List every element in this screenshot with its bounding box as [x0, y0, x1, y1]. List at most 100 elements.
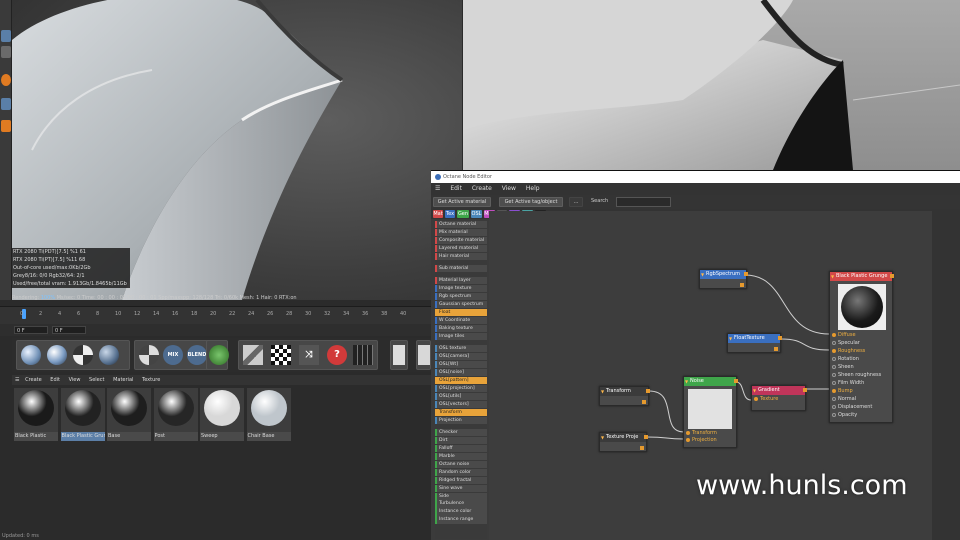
help-node-icon[interactable]: ?	[327, 345, 347, 365]
node-list-item[interactable]: Marble	[435, 452, 487, 460]
node-list-item[interactable]: Transform	[435, 408, 487, 417]
get-active-tag-button[interactable]: Get Active tag/object	[499, 197, 563, 207]
node-editor-titlebar[interactable]: Octane Node Editor	[431, 171, 960, 183]
node-list-item[interactable]: Instance range	[435, 516, 487, 524]
shuffle-icon[interactable]: ⤨	[299, 345, 319, 365]
node-list-item[interactable]: OSL[projection]	[435, 384, 487, 393]
noise-output-pin[interactable]	[734, 379, 738, 383]
node-list-item[interactable]: Dirt	[435, 436, 487, 444]
material-port[interactable]: Diffuse	[830, 331, 894, 339]
menu-texture[interactable]: Texture	[142, 377, 160, 383]
menu-edit[interactable]: Edit	[50, 377, 60, 383]
menu-view[interactable]: View	[69, 377, 81, 383]
menu-select[interactable]: Select	[89, 377, 104, 383]
blend-material-icon[interactable]: BLEND	[187, 345, 207, 365]
glossy-material-icon[interactable]	[47, 345, 67, 365]
ne-menu-create[interactable]: Create	[472, 185, 492, 192]
node-list-item[interactable]: Checker	[435, 428, 487, 437]
universal-material-icon[interactable]	[99, 345, 119, 365]
material-node[interactable]: Black Plastic Grunge Diffuse Specular Roug…	[829, 271, 894, 423]
node-list-item[interactable]: W Coordinate	[435, 316, 487, 325]
gradient-output-pin[interactable]	[803, 388, 807, 392]
current-frame-field[interactable]: 0 F	[52, 326, 86, 334]
node-list-item[interactable]: Octane material	[435, 221, 487, 229]
gradient-node[interactable]: Gradient Texture	[751, 385, 807, 411]
material-port[interactable]: Specular	[830, 339, 894, 347]
material-port[interactable]: Film Width	[830, 379, 894, 387]
category-tab[interactable]: Mat	[433, 210, 443, 218]
node-list-item[interactable]: Rgb spectrum	[435, 292, 487, 301]
node-list-item[interactable]: Material layer	[435, 276, 487, 285]
bracket-tool-icon[interactable]	[1, 120, 11, 132]
noise-node[interactable]: Noise Transform Projection	[683, 376, 738, 448]
ne-menu-view[interactable]: View	[502, 185, 516, 192]
node-list-item[interactable]: Hair material	[435, 252, 487, 261]
node-list-item[interactable]: OSL[noise]	[435, 368, 487, 377]
node-list-item[interactable]: Gaussian spectrum	[435, 300, 487, 309]
node-list-item[interactable]: Layered material	[435, 244, 487, 253]
node-list-item[interactable]: OSL[camera]	[435, 352, 487, 361]
start-frame-field[interactable]: 0 F	[14, 326, 48, 334]
move-tool-icon[interactable]	[1, 30, 11, 42]
node-list-item[interactable]: Projection	[435, 416, 487, 425]
transform-output-pin[interactable]	[646, 389, 650, 393]
node-list-item[interactable]: Float	[435, 308, 487, 317]
refresh-icon[interactable]	[209, 345, 229, 365]
category-tab[interactable]: Tex	[445, 210, 455, 218]
node-list-item[interactable]: Composite material	[435, 236, 487, 245]
material-port[interactable]: Sheen roughness	[830, 371, 894, 379]
node-list-item[interactable]: Baking texture	[435, 324, 487, 333]
noise-port-projection[interactable]: Projection	[684, 436, 738, 444]
floattexture-output-pin[interactable]	[778, 336, 782, 340]
search-input[interactable]	[616, 197, 671, 207]
node-list-item[interactable]: Side	[435, 492, 487, 500]
menu-create[interactable]: Create	[25, 377, 42, 383]
get-active-material-button[interactable]: Get Active material	[433, 197, 491, 207]
mix-material-icon[interactable]: MIX	[163, 345, 183, 365]
node-list-item[interactable]: Random color	[435, 468, 487, 476]
texture-projection-node[interactable]: Texture Proje	[599, 432, 648, 452]
timeline-ruler[interactable]: 0 2 4 6 8 10 12 14 16 18 20 22 24 26 28 30 32 34 36 38 40	[0, 306, 431, 324]
node-list-item[interactable]: OSL[vectors]	[435, 400, 487, 409]
stairs-texture-icon[interactable]	[243, 345, 263, 365]
node-list-item[interactable]: Sine wave	[435, 484, 487, 492]
floattexture-node[interactable]: FloatTexture	[727, 333, 782, 353]
rotate-tool-icon[interactable]	[1, 74, 11, 86]
node-list-item[interactable]: Octane noise	[435, 460, 487, 468]
material-swatch[interactable]: Black Plastic Grun	[60, 388, 105, 441]
node-list-item[interactable]: OSL[utils]	[435, 392, 487, 401]
node-list-item[interactable]: Mix material	[435, 228, 487, 237]
material-port[interactable]: Displacement	[830, 403, 894, 411]
document-icon[interactable]	[393, 345, 405, 365]
ne-menu-edit[interactable]: Edit	[450, 185, 462, 192]
scale-tool-icon[interactable]	[1, 46, 11, 58]
hamburger-menu-icon[interactable]: ☰	[15, 377, 19, 383]
material-swatch[interactable]: Post	[153, 388, 198, 441]
material-swatch[interactable]: Chair Base	[246, 388, 291, 441]
material-port[interactable]: Rotation	[830, 355, 894, 363]
node-editor-icon[interactable]	[418, 345, 430, 365]
diffuse-material-icon[interactable]	[21, 345, 41, 365]
material-swatch[interactable]: Black Plastic	[14, 388, 58, 441]
material-swatch[interactable]: Base	[107, 388, 151, 441]
node-list-item[interactable]: Ridged fractal	[435, 476, 487, 484]
transform-node[interactable]: Transform	[599, 386, 650, 406]
layers-tool-icon[interactable]	[1, 98, 11, 110]
material-port[interactable]: Sheen	[830, 363, 894, 371]
node-list-item[interactable]: OSL[pattern]	[435, 376, 487, 385]
material-port[interactable]: Normal	[830, 395, 894, 403]
checker-texture-icon[interactable]	[271, 345, 291, 365]
category-tab[interactable]: Gen	[457, 210, 469, 218]
rgbspectrum-output-pin[interactable]	[744, 272, 748, 276]
node-list-item[interactable]: Instance color	[435, 508, 487, 516]
gradient-port-texture[interactable]: Texture	[752, 395, 805, 403]
node-list-item[interactable]: Turbulence	[435, 500, 487, 508]
material-port[interactable]: Opacity	[830, 411, 894, 419]
node-list-item[interactable]: Image tiles	[435, 332, 487, 341]
grid-texture-icon[interactable]	[353, 345, 373, 365]
rgbspectrum-node[interactable]: RgbSpectrum	[699, 269, 748, 289]
node-list-item[interactable]: Falloff	[435, 444, 487, 452]
specular-material-icon[interactable]	[73, 345, 93, 365]
material-output-pin[interactable]	[890, 274, 894, 278]
category-tab[interactable]: OSL	[471, 210, 482, 218]
